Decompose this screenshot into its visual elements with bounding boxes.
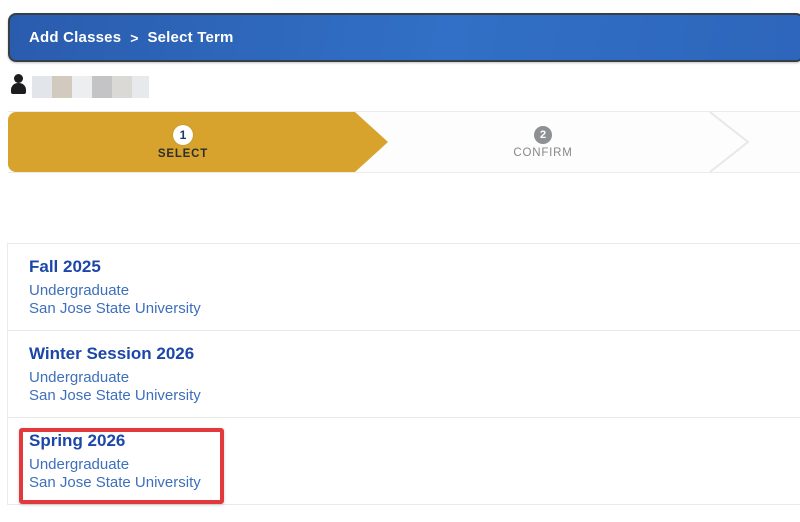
- step-select-number: 1: [173, 124, 193, 145]
- term-list: Fall 2025 Undergraduate San Jose State U…: [7, 243, 800, 505]
- person-icon: [10, 73, 28, 97]
- step-confirm-label: CONFIRM: [513, 146, 573, 159]
- term-link[interactable]: Fall 2025: [29, 257, 800, 277]
- term-link[interactable]: Spring 2026: [29, 431, 800, 451]
- term-row-fall-2025[interactable]: Fall 2025 Undergraduate San Jose State U…: [8, 244, 800, 331]
- term-institution: San Jose State University: [29, 474, 201, 491]
- breadcrumb-add-classes[interactable]: Add Classes: [29, 29, 121, 46]
- term-career: Undergraduate: [29, 282, 130, 299]
- redacted-user-name: [32, 75, 149, 98]
- step-confirm: 2 CONFIRM: [463, 112, 623, 172]
- term-row-winter-session-2026[interactable]: Winter Session 2026 Undergraduate San Jo…: [8, 331, 800, 418]
- page-header: Add Classes > Select Term: [8, 13, 800, 62]
- term-career: Undergraduate: [29, 369, 130, 386]
- step-select-label: SELECT: [157, 147, 209, 160]
- step-select: 1 SELECT: [8, 112, 358, 172]
- breadcrumb-select-term: Select Term: [147, 29, 234, 46]
- step-confirm-number: 2: [534, 125, 552, 144]
- term-row-spring-2026[interactable]: Spring 2026 Undergraduate San Jose State…: [8, 418, 800, 505]
- next-step-chevron-icon: [709, 111, 750, 173]
- term-institution: San Jose State University: [29, 387, 201, 404]
- term-career: Undergraduate: [29, 456, 130, 473]
- term-link[interactable]: Winter Session 2026: [29, 344, 800, 364]
- user-identity-row: [10, 72, 149, 98]
- term-institution: San Jose State University: [29, 300, 201, 317]
- breadcrumb-separator-icon: >: [130, 29, 139, 46]
